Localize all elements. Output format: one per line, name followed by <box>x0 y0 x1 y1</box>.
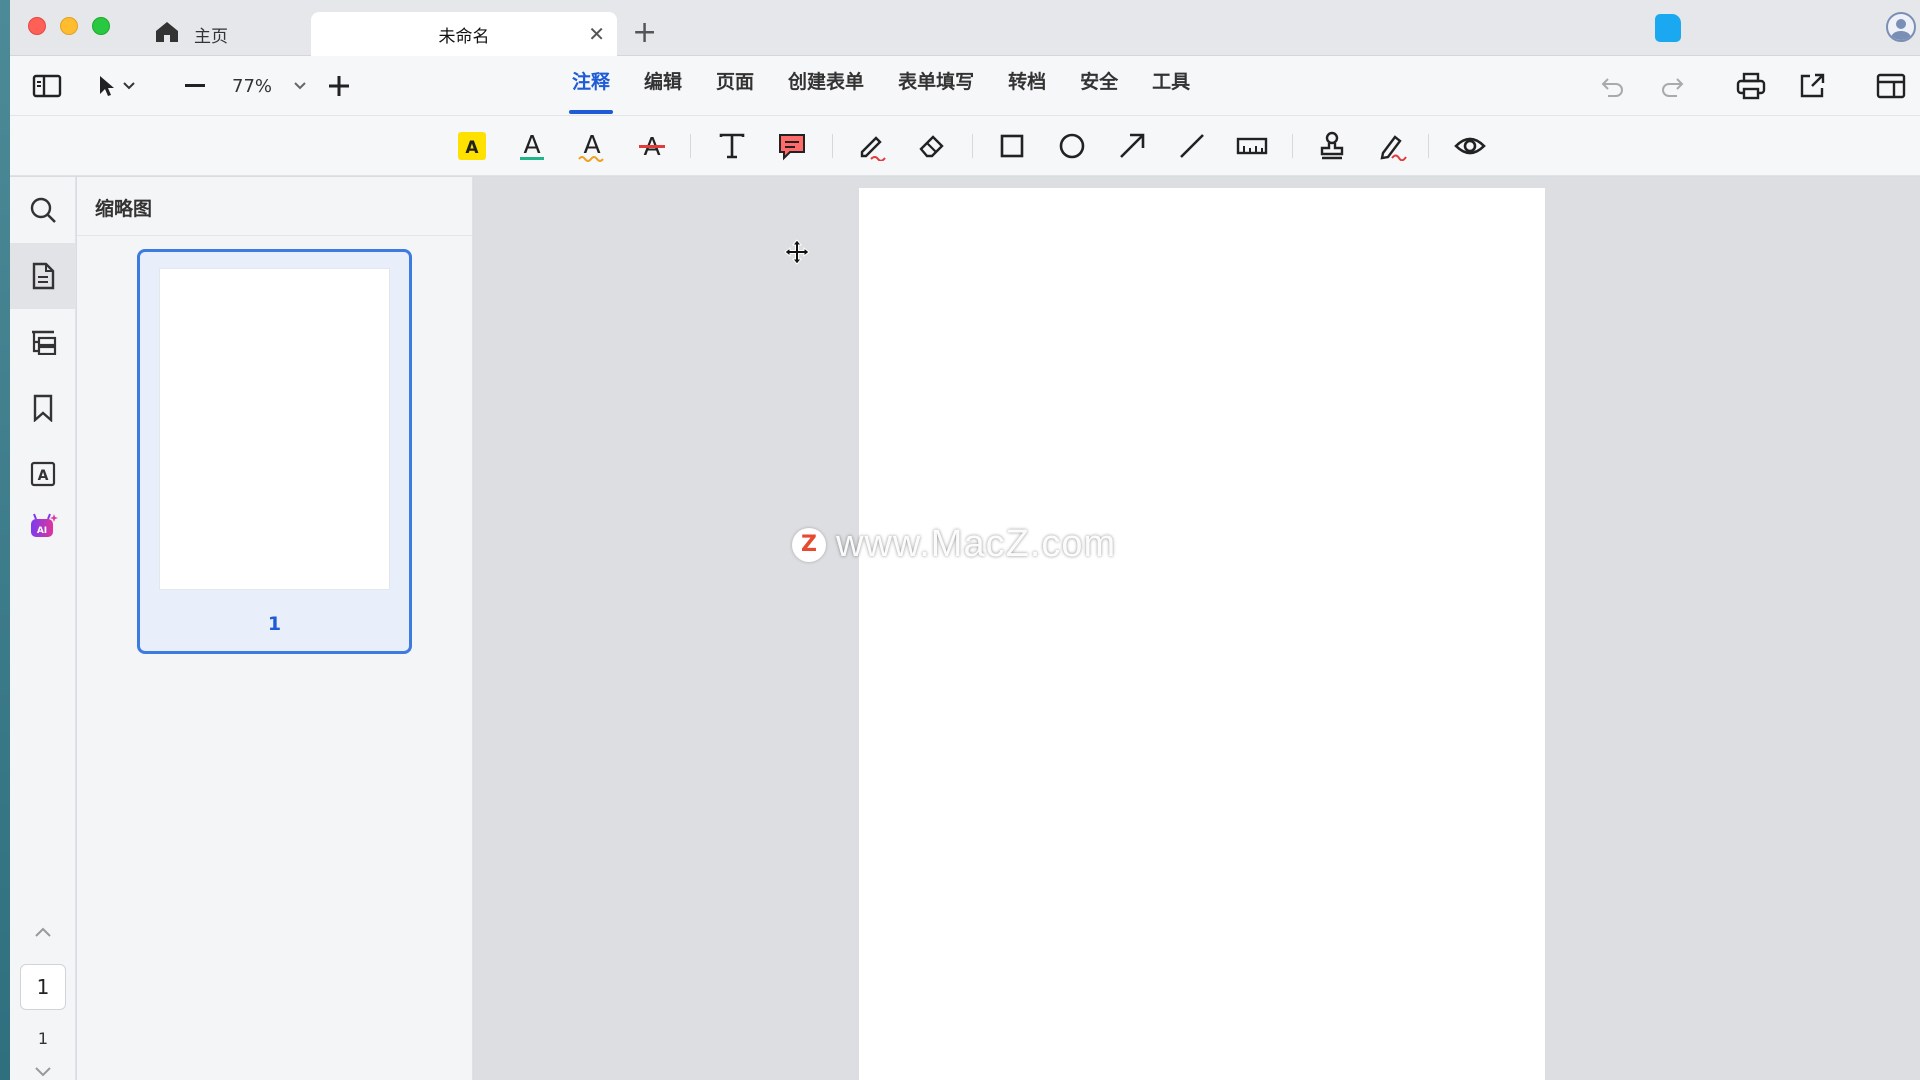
document-canvas[interactable]: Z www.MacZ.com <box>474 177 1920 1080</box>
stamp-icon[interactable] <box>1315 129 1349 163</box>
signature-icon[interactable] <box>1375 129 1409 163</box>
bookmark-icon <box>33 394 53 422</box>
strikethrough-text-icon[interactable]: A <box>635 129 669 163</box>
comment-icon[interactable] <box>775 129 809 163</box>
ellipse-icon[interactable] <box>1055 129 1089 163</box>
tab-convert[interactable]: 转档 <box>991 56 1063 116</box>
eraser-icon[interactable] <box>915 129 949 163</box>
app-badge-icon[interactable] <box>1655 14 1681 42</box>
thumbnail-page-number: 1 <box>267 613 282 635</box>
tab-edit[interactable]: 编辑 <box>627 56 699 116</box>
window-controls <box>28 17 110 35</box>
pencil-icon[interactable] <box>855 129 889 163</box>
document-page[interactable] <box>859 188 1545 1080</box>
undo-icon[interactable] <box>1598 72 1628 100</box>
line-icon[interactable] <box>1175 129 1209 163</box>
svg-text:AI: AI <box>37 526 47 536</box>
outline-tree-icon <box>32 330 57 355</box>
svg-text:A: A <box>38 468 49 484</box>
select-tool-button[interactable] <box>92 72 142 100</box>
zoom-out-button[interactable] <box>182 72 208 100</box>
current-page-input[interactable]: 1 <box>20 964 66 1010</box>
svg-text:A: A <box>465 138 479 158</box>
ai-assistant-button[interactable]: AI <box>10 499 76 555</box>
maximize-window-button[interactable] <box>92 17 110 35</box>
zoom-value[interactable]: 77% <box>232 76 272 97</box>
toolbar-divider <box>1428 134 1429 158</box>
user-avatar[interactable] <box>1886 12 1916 42</box>
toolbar-divider <box>972 134 973 158</box>
tab-tools[interactable]: 工具 <box>1135 56 1207 116</box>
toolbar-divider <box>1292 134 1293 158</box>
search-icon <box>30 197 56 223</box>
watermark: Z www.MacZ.com <box>792 523 1116 566</box>
left-icon-rail: A AI 1 1 <box>10 177 76 1080</box>
print-icon[interactable] <box>1734 70 1768 102</box>
bookmarks-button[interactable] <box>10 375 76 441</box>
menu-tabs: 注释 编辑 页面 创建表单 表单填写 转档 安全 工具 <box>555 56 1207 116</box>
thumbnail-preview <box>159 268 390 590</box>
new-tab-button[interactable]: + <box>632 18 657 48</box>
measure-ruler-icon[interactable] <box>1235 129 1269 163</box>
outline-button[interactable] <box>10 309 76 375</box>
svg-text:A: A <box>583 130 600 159</box>
close-tab-icon[interactable]: ✕ <box>588 24 605 44</box>
watermark-logo: Z <box>792 527 826 562</box>
page-thumbnail[interactable]: 1 <box>137 249 412 654</box>
tab-annotate[interactable]: 注释 <box>555 56 627 116</box>
tab-document-label: 未命名 <box>438 26 490 47</box>
ai-robot-icon: AI <box>31 513 58 537</box>
eye-visibility-icon[interactable] <box>1453 129 1487 163</box>
tab-home[interactable]: 主页 <box>140 12 310 56</box>
panel-title: 缩略图 <box>95 198 153 220</box>
page-down-button[interactable] <box>10 1065 76 1080</box>
home-icon <box>154 20 180 49</box>
chevron-down-icon <box>35 1067 51 1077</box>
title-bar: 主页 未命名 ✕ + <box>10 0 1920 56</box>
total-pages: 1 <box>37 1029 49 1048</box>
rectangle-icon[interactable] <box>995 129 1029 163</box>
tab-security[interactable]: 安全 <box>1063 56 1135 116</box>
thumbnails-button[interactable] <box>10 243 76 309</box>
underline-text-icon[interactable]: A <box>515 129 549 163</box>
share-export-icon[interactable] <box>1796 70 1828 102</box>
page-thumbnail-icon <box>32 262 55 290</box>
main-toolbar: 77% 注释 编辑 页面 创建表单 表单填写 转档 安全 工具 <box>10 56 1920 116</box>
tab-page[interactable]: 页面 <box>699 56 771 116</box>
tab-home-label: 主页 <box>194 26 228 47</box>
zoom-in-button[interactable] <box>326 72 352 100</box>
annotation-toolbar: A A A A <box>10 116 1920 176</box>
highlight-text-icon[interactable]: A <box>455 129 489 163</box>
chevron-down-icon <box>123 82 135 90</box>
toolbar-divider <box>832 134 833 158</box>
chevron-up-icon <box>35 927 51 937</box>
sidebar-toggle-icon[interactable] <box>32 72 62 100</box>
tab-document[interactable]: 未命名 ✕ <box>311 12 617 56</box>
tab-fill-form[interactable]: 表单填写 <box>881 56 991 116</box>
divider <box>77 235 472 236</box>
thumbnail-panel: 缩略图 1 <box>77 177 473 1080</box>
annotation-box-icon: A <box>30 461 56 487</box>
move-cursor-icon <box>784 239 810 269</box>
cursor-arrow-icon <box>100 76 114 96</box>
svg-text:A: A <box>523 130 540 159</box>
arrow-icon[interactable] <box>1115 129 1149 163</box>
annotations-list-button[interactable]: A <box>10 441 76 507</box>
minimize-window-button[interactable] <box>60 17 78 35</box>
search-button[interactable] <box>10 177 76 243</box>
desktop-edge <box>0 0 10 1080</box>
tab-create-form[interactable]: 创建表单 <box>771 56 881 116</box>
page-up-button[interactable] <box>10 917 76 947</box>
layout-panel-icon[interactable] <box>1874 70 1908 102</box>
squiggly-underline-icon[interactable]: A <box>575 129 609 163</box>
zoom-dropdown-icon[interactable] <box>290 72 310 100</box>
redo-icon[interactable] <box>1657 72 1687 100</box>
watermark-text: www.MacZ.com <box>836 523 1117 565</box>
toolbar-divider <box>690 134 691 158</box>
close-window-button[interactable] <box>28 17 46 35</box>
text-box-icon[interactable] <box>715 129 749 163</box>
